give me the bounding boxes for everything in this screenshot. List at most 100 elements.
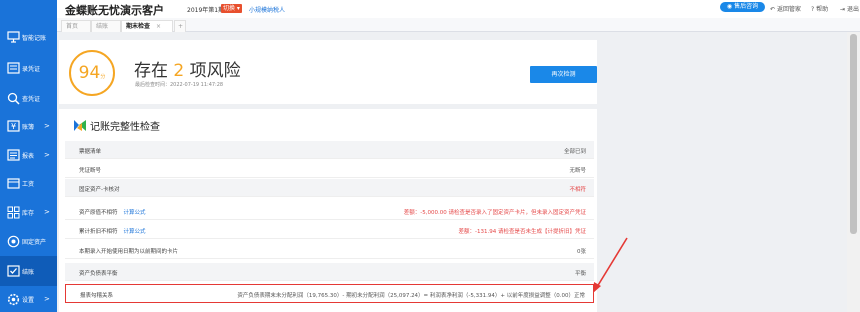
sidebar: 智能记账 录凭证 查凭证 ¥ 账簿 > 报表 > 工资 库存 > 固定资产 结账…	[0, 0, 57, 312]
table-row: 累计折旧不相符 计算公式 差额：-131.94 请检查是否未生成【计提折旧】凭证	[65, 221, 594, 239]
main-content: 94 分 存在 2 项风险 最后检查时间：2022-07-19 11:47:28…	[57, 32, 847, 312]
formula-link[interactable]: 计算公式	[124, 210, 146, 216]
back-to-manager-link[interactable]: ↶ 返回管家	[770, 4, 801, 13]
row-label-group: 资产原值不相符 计算公式	[79, 208, 146, 216]
row-label: 资产负债表平衡	[79, 271, 118, 277]
table-row: 本期录入开始使用日期为以前期间的卡片 0张	[65, 241, 594, 259]
tab-label: 结账	[96, 23, 109, 30]
risk-title-prefix: 存在	[134, 61, 168, 81]
section-title: 记账完整性检查	[74, 118, 160, 133]
row-result: 0张	[577, 249, 586, 255]
risk-count: 2	[173, 61, 185, 81]
asset-icon	[6, 234, 20, 248]
help-icon: ?	[811, 6, 815, 13]
tab-label: 首页	[66, 23, 79, 30]
score-circle: 94 分	[69, 50, 115, 96]
after-sales-label: 售后咨询	[734, 3, 759, 10]
sidebar-item-smart-bookkeeping[interactable]: 智能记账	[0, 22, 57, 52]
row-label: 票据清单	[79, 149, 102, 155]
sidebar-item-query-voucher[interactable]: 查凭证	[0, 83, 57, 113]
chevron-right-icon: >	[44, 295, 50, 303]
svg-text:¥: ¥	[10, 122, 15, 131]
chevron-right-icon: >	[44, 122, 50, 130]
sidebar-item-settings[interactable]: 设置 >	[0, 284, 57, 312]
table-row: 凭证断号 无断号	[65, 160, 594, 178]
row-label: 本期录入开始使用日期为以前期间的卡片	[79, 249, 179, 255]
tab-period-end-check[interactable]: 期末检查 ×	[121, 20, 173, 32]
add-tab-button[interactable]: +	[174, 20, 186, 32]
row-label: 资产原值不相符	[79, 210, 118, 216]
score-unit: 分	[100, 73, 106, 80]
chevron-right-icon: >	[44, 151, 50, 159]
help-label: 帮助	[816, 6, 829, 13]
help-link[interactable]: ? 帮助	[811, 4, 828, 13]
sidebar-item-salary[interactable]: 工资	[0, 168, 57, 198]
top-header: 金蝶账无忧演示客户 2019年第1期 切换 ▾ 小规模纳税人 ◉ 售后咨询 ↶ …	[57, 0, 860, 18]
row-result: 无断号	[569, 168, 586, 174]
tab-label: 期末检查	[126, 23, 151, 30]
logout-icon: ⇥	[840, 6, 846, 13]
row-label: 凭证断号	[79, 168, 102, 174]
row-result: 差额：-5,000.00 请检查是否录入了固定资产卡片，但未录入固定资产凭证	[403, 210, 586, 216]
check-icon	[6, 264, 20, 278]
row-result: 平衡	[574, 271, 586, 277]
company-name: 金蝶账无忧演示客户	[65, 4, 164, 17]
close-tab-icon[interactable]: ×	[156, 23, 161, 30]
back-label: 返回管家	[776, 6, 801, 13]
sidebar-item-fixed-assets[interactable]: 固定资产	[0, 226, 57, 256]
search-icon	[6, 91, 20, 105]
sidebar-item-ledger[interactable]: ¥ 账簿 >	[0, 111, 57, 141]
row-label: 累计折旧不相符	[79, 229, 118, 235]
row-result: 全部已到	[563, 149, 586, 155]
table-row: 票据清单 全部已到	[65, 141, 594, 159]
section-title-text: 记账完整性检查	[90, 122, 160, 133]
sidebar-item-label: 工资	[22, 180, 35, 188]
tab-close-books[interactable]: 结账	[91, 20, 121, 32]
last-check-time: 最后检查时间：2022-07-19 11:47:28	[135, 82, 224, 88]
table-row: 资产原值不相符 计算公式 差额：-5,000.00 请检查是否录入了固定资产卡片，…	[65, 202, 594, 220]
sidebar-item-enter-voucher[interactable]: 录凭证	[0, 53, 57, 83]
after-sales-button[interactable]: ◉ 售后咨询	[720, 2, 765, 12]
report-icon	[6, 148, 20, 162]
sidebar-item-label: 账簿	[22, 123, 35, 131]
row-result: 资产负债表期末未分配利润（19,765.30）- 期初未分配利润（25,097.…	[237, 293, 585, 299]
taxpayer-type-link[interactable]: 小规模纳税人	[249, 5, 285, 14]
gear-icon	[6, 292, 20, 306]
risk-title: 存在 2 项风险	[134, 56, 241, 81]
sidebar-item-label: 报表	[22, 152, 35, 160]
table-row: 资产负债表平衡 平衡	[65, 263, 594, 281]
switch-period-button[interactable]: 切换 ▾	[221, 4, 242, 13]
logout-label: 退出	[846, 6, 859, 13]
row-result: 不相符	[569, 187, 586, 193]
tab-home[interactable]: 首页	[61, 20, 91, 32]
sidebar-item-label: 智能记账	[22, 34, 47, 42]
formula-link[interactable]: 计算公式	[124, 229, 146, 235]
yen-icon: ¥	[6, 119, 20, 133]
chevron-right-icon: >	[44, 208, 50, 216]
sidebar-item-label: 查凭证	[22, 95, 41, 103]
sidebar-item-label: 设置	[22, 296, 35, 304]
calendar-icon	[6, 176, 20, 190]
recheck-button[interactable]: 再次检测	[530, 66, 597, 83]
scrollbar-thumb[interactable]	[850, 34, 857, 234]
sidebar-item-reports[interactable]: 报表 >	[0, 140, 57, 170]
monitor-icon	[6, 30, 20, 44]
sidebar-item-label: 库存	[22, 209, 35, 217]
accounting-period: 2019年第1期	[187, 7, 225, 14]
integrity-check-card: 记账完整性检查 票据清单 全部已到 凭证断号 无断号 固定资产-卡核对 不相符 …	[59, 109, 597, 312]
sidebar-item-label: 结账	[22, 268, 35, 276]
row-result: 差额：-131.94 请检查是否未生成【计提折旧】凭证	[458, 229, 586, 235]
back-icon: ↶	[770, 6, 776, 13]
tab-bar: 首页 结账 期末检查 × +	[57, 18, 860, 32]
row-label: 固定资产-卡核对	[79, 187, 120, 193]
vertical-scrollbar[interactable]	[847, 32, 860, 312]
sidebar-item-inventory[interactable]: 库存 >	[0, 197, 57, 227]
annotation-arrow-icon	[593, 237, 628, 293]
sidebar-item-label: 固定资产	[22, 238, 47, 246]
grid-icon	[6, 205, 20, 219]
logout-link[interactable]: ⇥ 退出	[840, 4, 859, 13]
risk-summary-card: 94 分 存在 2 项风险 最后检查时间：2022-07-19 11:47:28…	[59, 40, 597, 104]
sidebar-item-label: 录凭证	[22, 65, 41, 73]
sidebar-item-close-books[interactable]: 结账	[0, 256, 57, 286]
row-label-group: 累计折旧不相符 计算公式	[79, 227, 146, 235]
